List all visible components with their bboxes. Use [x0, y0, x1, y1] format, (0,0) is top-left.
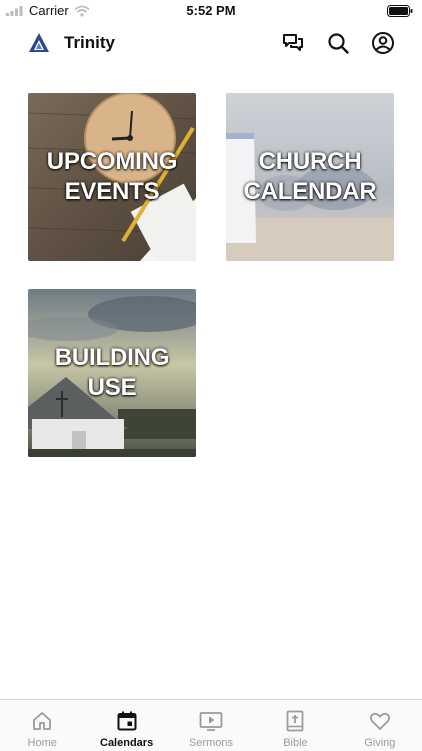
search-icon[interactable]	[326, 31, 350, 55]
tab-label: Calendars	[100, 737, 154, 749]
home-icon	[33, 712, 52, 730]
tile-label: UPCOMING EVENTS	[46, 148, 178, 205]
chat-icon[interactable]	[281, 31, 305, 55]
tab-sermons[interactable]: Sermons	[169, 700, 253, 751]
status-time: 5:52 PM	[186, 3, 236, 18]
tile-building-use[interactable]: BUILDING USE	[28, 289, 196, 457]
tab-giving[interactable]: Giving	[338, 700, 422, 751]
tab-calendars[interactable]: Calendars	[84, 700, 168, 751]
tab-bible[interactable]: Bible	[253, 700, 337, 751]
bottom-tab-bar: Home Calendars Sermons Bible Giving	[0, 699, 422, 751]
battery-icon	[387, 5, 413, 17]
tile-upcoming-events[interactable]: UPCOMING EVENTS	[28, 93, 196, 261]
tab-label: Giving	[364, 737, 396, 749]
tile-label: CHURCH CALENDAR	[243, 148, 377, 205]
tab-home[interactable]: Home	[0, 700, 84, 751]
tab-label: Sermons	[189, 737, 234, 749]
status-bar: Carrier 5:52 PM	[0, 0, 422, 22]
calendar-icon	[117, 711, 137, 731]
heart-icon	[369, 712, 390, 730]
tab-label: Home	[27, 737, 57, 749]
tile-label: BUILDING USE	[54, 344, 170, 401]
bible-icon	[287, 710, 304, 732]
tab-label: Bible	[283, 737, 308, 749]
tile-church-calendar[interactable]: CHURCH CALENDAR	[226, 93, 394, 261]
app-title: Trinity	[64, 33, 116, 52]
play-video-icon	[199, 712, 223, 731]
app-header: Trinity	[0, 26, 422, 60]
account-icon[interactable]	[371, 31, 395, 55]
trinity-logo-icon	[29, 33, 49, 52]
